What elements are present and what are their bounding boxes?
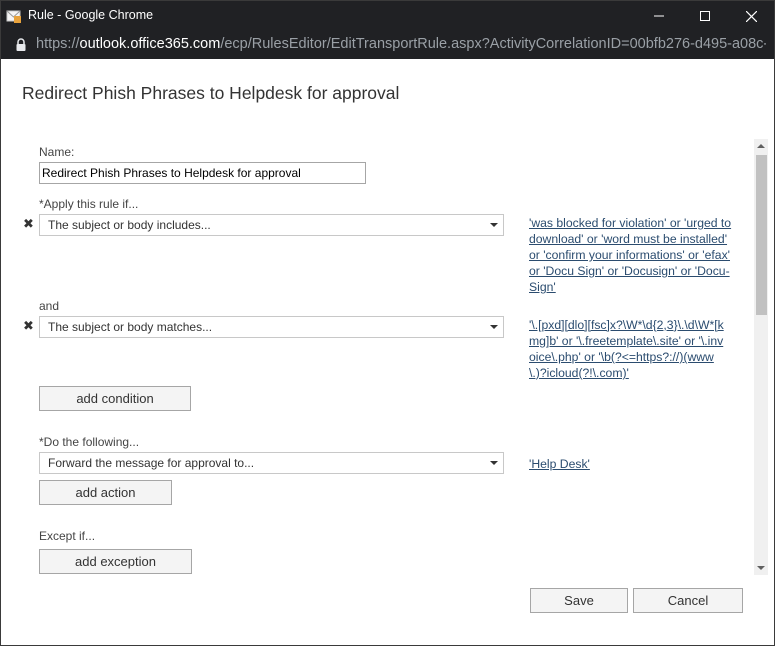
scroll-up-button[interactable]	[754, 139, 768, 153]
name-label: Name:	[39, 145, 75, 159]
apply-rule-label: *Apply this rule if...	[39, 197, 139, 211]
scrollbar-thumb[interactable]	[756, 155, 767, 315]
and-label: and	[39, 299, 60, 313]
remove-condition-2-icon[interactable]: ✖	[23, 319, 34, 334]
chevron-down-icon	[490, 461, 498, 465]
action-selected: Forward the message for approval to...	[48, 456, 255, 470]
page-title: Redirect Phish Phrases to Helpdesk for a…	[22, 83, 400, 103]
condition-1-value-link[interactable]: 'was blocked for violation' or 'urged to…	[529, 215, 735, 295]
name-input[interactable]: Redirect Phish Phrases to Helpdesk for a…	[39, 162, 366, 184]
minimize-icon	[654, 15, 664, 17]
window-title: Rule - Google Chrome	[28, 8, 154, 22]
lock-icon	[16, 38, 26, 51]
do-following-label: *Do the following...	[39, 435, 140, 449]
url-text[interactable]: https://outlook.office365.com/ecp/RulesE…	[36, 36, 766, 52]
except-if-label: Except if...	[39, 529, 96, 543]
add-exception-button[interactable]: add exception	[39, 549, 192, 574]
chevron-down-icon	[490, 223, 498, 227]
condition-2-dropdown[interactable]: The subject or body matches...	[39, 316, 504, 338]
add-action-button[interactable]: add action	[39, 480, 172, 505]
maximize-button[interactable]	[682, 1, 728, 31]
chevron-down-icon	[490, 325, 498, 329]
url-host: outlook.office365.com	[79, 36, 221, 52]
close-button[interactable]	[728, 1, 774, 31]
remove-condition-1-icon[interactable]: ✖	[23, 217, 34, 232]
url-path: /ecp/RulesEditor/EditTransportRule.aspx?…	[220, 36, 766, 52]
cancel-button[interactable]: Cancel	[633, 588, 743, 613]
url-scheme: https://	[36, 36, 80, 52]
outlook-mail-icon	[6, 10, 21, 23]
add-condition-button[interactable]: add condition	[39, 386, 191, 411]
condition-1-dropdown[interactable]: The subject or body includes...	[39, 214, 504, 236]
address-bar[interactable]: https://outlook.office365.com/ecp/RulesE…	[1, 31, 774, 59]
condition-2-value-link[interactable]: '\.[pxd][dlo][fsc]x?\W*\d{2,3}\.\d\W*[km…	[529, 317, 729, 381]
action-dropdown[interactable]: Forward the message for approval to...	[39, 452, 504, 474]
browser-window: Rule - Google Chrome https://outlook.off…	[0, 0, 775, 646]
condition-2-selected: The subject or body matches...	[48, 320, 213, 334]
maximize-icon	[700, 11, 710, 21]
scrollbar[interactable]	[754, 139, 768, 575]
rule-editor: Redirect Phish Phrases to Helpdesk for a…	[1, 59, 774, 645]
scroll-down-button[interactable]	[754, 561, 768, 575]
save-button[interactable]: Save	[530, 588, 628, 613]
title-bar: Rule - Google Chrome	[1, 1, 774, 31]
close-icon	[745, 10, 757, 22]
condition-1-selected: The subject or body includes...	[48, 218, 211, 232]
scroll-down-arrow-icon	[757, 566, 765, 570]
action-value-link[interactable]: 'Help Desk'	[529, 456, 735, 472]
minimize-button[interactable]	[636, 1, 682, 31]
scroll-up-arrow-icon	[757, 144, 765, 148]
